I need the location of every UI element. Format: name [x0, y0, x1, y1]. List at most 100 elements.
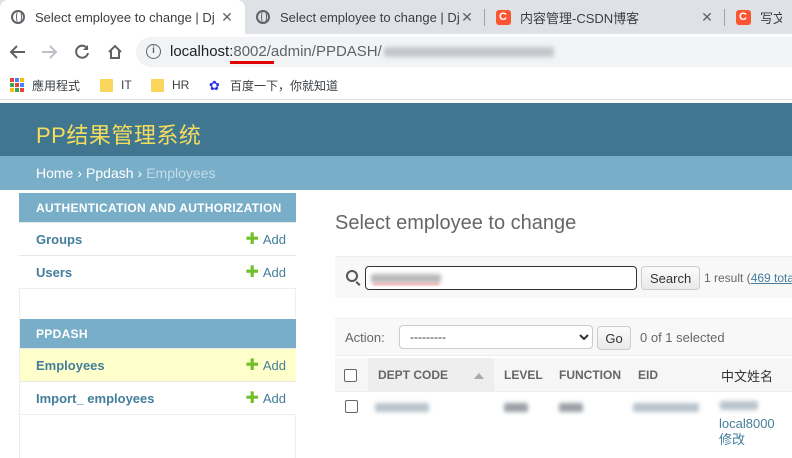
folder-icon	[151, 78, 164, 92]
module-caption[interactable]: PPDASH	[19, 319, 296, 348]
column-header-dept-code[interactable]: DEPT CODE	[368, 358, 494, 392]
chinese-name-link[interactable]: local8000 修改	[719, 416, 775, 448]
plus-icon: ✚	[245, 230, 259, 248]
breadcrumb-current: Employees	[146, 165, 216, 181]
bookmark-hr[interactable]: HR	[151, 76, 189, 94]
sidebar-border	[295, 288, 296, 318]
url-text: localhost:8002/admin/PPDASH/	[170, 43, 554, 60]
redacted-eid	[633, 403, 699, 412]
bookmark-label: 應用程式	[32, 78, 81, 93]
admin-header: PP结果管理系统	[0, 103, 792, 156]
tab-title: 写文章	[760, 10, 782, 26]
breadcrumb: Home › Ppdash › Employees	[0, 156, 792, 190]
breadcrumb-home[interactable]: Home	[36, 165, 73, 181]
breadcrumb-separator: ›	[77, 165, 83, 181]
tab-title: Select employee to change | Dj	[280, 9, 459, 25]
model-link-groups[interactable]: Groups	[36, 232, 245, 247]
bookmark-apps[interactable]: 應用程式	[10, 76, 80, 94]
model-link-users[interactable]: Users	[36, 265, 245, 280]
name-link-line: local8000	[719, 416, 775, 431]
select-all-cell	[344, 358, 368, 392]
add-groups-link[interactable]: ✚ Add	[245, 230, 286, 248]
add-label: Add	[262, 231, 286, 247]
browser-tab-active[interactable]: Select employee to change | Dj ✕	[0, 0, 245, 34]
browser-tab[interactable]: C 内容管理-CSDN博客 ✕	[485, 0, 725, 34]
search-button[interactable]: Search	[641, 266, 701, 290]
bookmark-baidu[interactable]: ✿ 百度一下，你就知道	[207, 76, 338, 94]
bookmark-label: IT	[121, 78, 132, 92]
folder-icon	[100, 78, 113, 92]
name-link-line: 修改	[719, 432, 746, 447]
breadcrumb-app[interactable]: Ppdash	[86, 165, 133, 181]
reload-icon[interactable]	[71, 41, 93, 63]
redacted-url-segment	[383, 47, 554, 58]
add-users-link[interactable]: ✚ Add	[245, 263, 286, 281]
globe-icon	[255, 9, 271, 25]
result-count: 1 result (469 tota	[704, 271, 792, 285]
action-select[interactable]: ---------	[399, 325, 593, 349]
plus-icon: ✚	[245, 356, 259, 374]
back-arrow-icon[interactable]	[7, 41, 29, 63]
result-count-text: 1 result (	[704, 271, 751, 285]
forward-arrow-icon[interactable]	[38, 41, 60, 63]
close-icon[interactable]: ✕	[699, 9, 715, 26]
row-checkbox[interactable]	[345, 400, 358, 413]
column-header-chinese-name[interactable]: 中文姓名	[721, 358, 773, 392]
sort-ascending-icon[interactable]	[474, 373, 484, 379]
sidebar-item-groups: Groups ✚ Add	[19, 222, 296, 255]
module-auth: AUTHENTICATION AND AUTHORIZATION Groups …	[19, 193, 296, 289]
changelist-search-toolbar: Search 1 result (469 tota	[335, 256, 792, 298]
column-header-function[interactable]: FUNCTION	[559, 358, 621, 392]
redacted-level	[504, 403, 528, 412]
baidu-paw-icon: ✿	[209, 77, 220, 93]
column-header-eid[interactable]: EID	[638, 358, 658, 392]
url-port: 8002	[233, 43, 267, 60]
column-header-level[interactable]: LEVEL	[504, 358, 543, 392]
total-count-link[interactable]: 469 tota	[751, 271, 792, 285]
page-title: Select employee to change	[335, 212, 577, 234]
address-bar[interactable]: i localhost:8002/admin/PPDASH/	[136, 37, 792, 67]
results-table-header: DEPT CODE LEVEL FUNCTION EID 中文姓名	[335, 358, 792, 392]
url-path: /admin/PPDASH/	[266, 43, 382, 60]
model-link-employees[interactable]: Employees	[36, 358, 245, 373]
module-caption[interactable]: AUTHENTICATION AND AUTHORIZATION	[19, 193, 296, 222]
url-host: localhost:	[170, 43, 234, 60]
close-icon[interactable]: ✕	[459, 9, 475, 26]
sidebar-item-users: Users ✚ Add	[19, 255, 296, 288]
module-gap	[19, 289, 296, 319]
csdn-icon: C	[495, 9, 511, 25]
select-all-checkbox[interactable]	[344, 368, 357, 382]
table-row: local8000 修改	[335, 392, 792, 458]
globe-icon	[10, 9, 26, 25]
bookmark-label: 百度一下，你就知道	[230, 78, 339, 93]
tab-title: Select employee to change | Dj	[35, 9, 215, 25]
browser-tab[interactable]: Select employee to change | Dj ✕	[245, 0, 485, 34]
go-button[interactable]: Go	[597, 326, 631, 350]
site-branding[interactable]: PP结果管理系统	[36, 118, 201, 150]
bookmarks-bar: 應用程式 IT HR ✿ 百度一下，你就知道	[0, 70, 792, 100]
bookmark-it[interactable]: IT	[100, 76, 132, 94]
add-employees-link[interactable]: ✚ Add	[245, 356, 286, 374]
info-icon[interactable]: i	[146, 44, 161, 59]
redacted-search-value	[371, 274, 441, 283]
browser-tab-strip: Select employee to change | Dj ✕ Select …	[0, 0, 792, 34]
add-import-employees-link[interactable]: ✚ Add	[245, 389, 286, 407]
search-icon	[346, 270, 358, 282]
redacted-dept-code[interactable]	[375, 403, 429, 412]
apps-grid-icon	[10, 78, 24, 92]
close-icon[interactable]: ✕	[219, 9, 235, 26]
redacted-function	[559, 403, 583, 412]
plus-icon: ✚	[245, 263, 259, 281]
browser-tab[interactable]: C 写文章	[725, 0, 792, 34]
home-icon[interactable]	[104, 41, 126, 63]
row-checkbox-cell	[345, 400, 358, 413]
breadcrumb-separator: ›	[137, 165, 143, 181]
tab-title: 内容管理-CSDN博客	[520, 10, 640, 26]
sidebar-border	[19, 288, 20, 458]
action-label: Action:	[345, 330, 385, 345]
browser-toolbar: i localhost:8002/admin/PPDASH/	[0, 34, 792, 70]
model-link-import-employees[interactable]: Import_ employees	[36, 391, 245, 406]
plus-icon: ✚	[245, 389, 259, 407]
nav-sidebar: AUTHENTICATION AND AUTHORIZATION Groups …	[19, 193, 296, 415]
sidebar-border	[295, 415, 296, 458]
